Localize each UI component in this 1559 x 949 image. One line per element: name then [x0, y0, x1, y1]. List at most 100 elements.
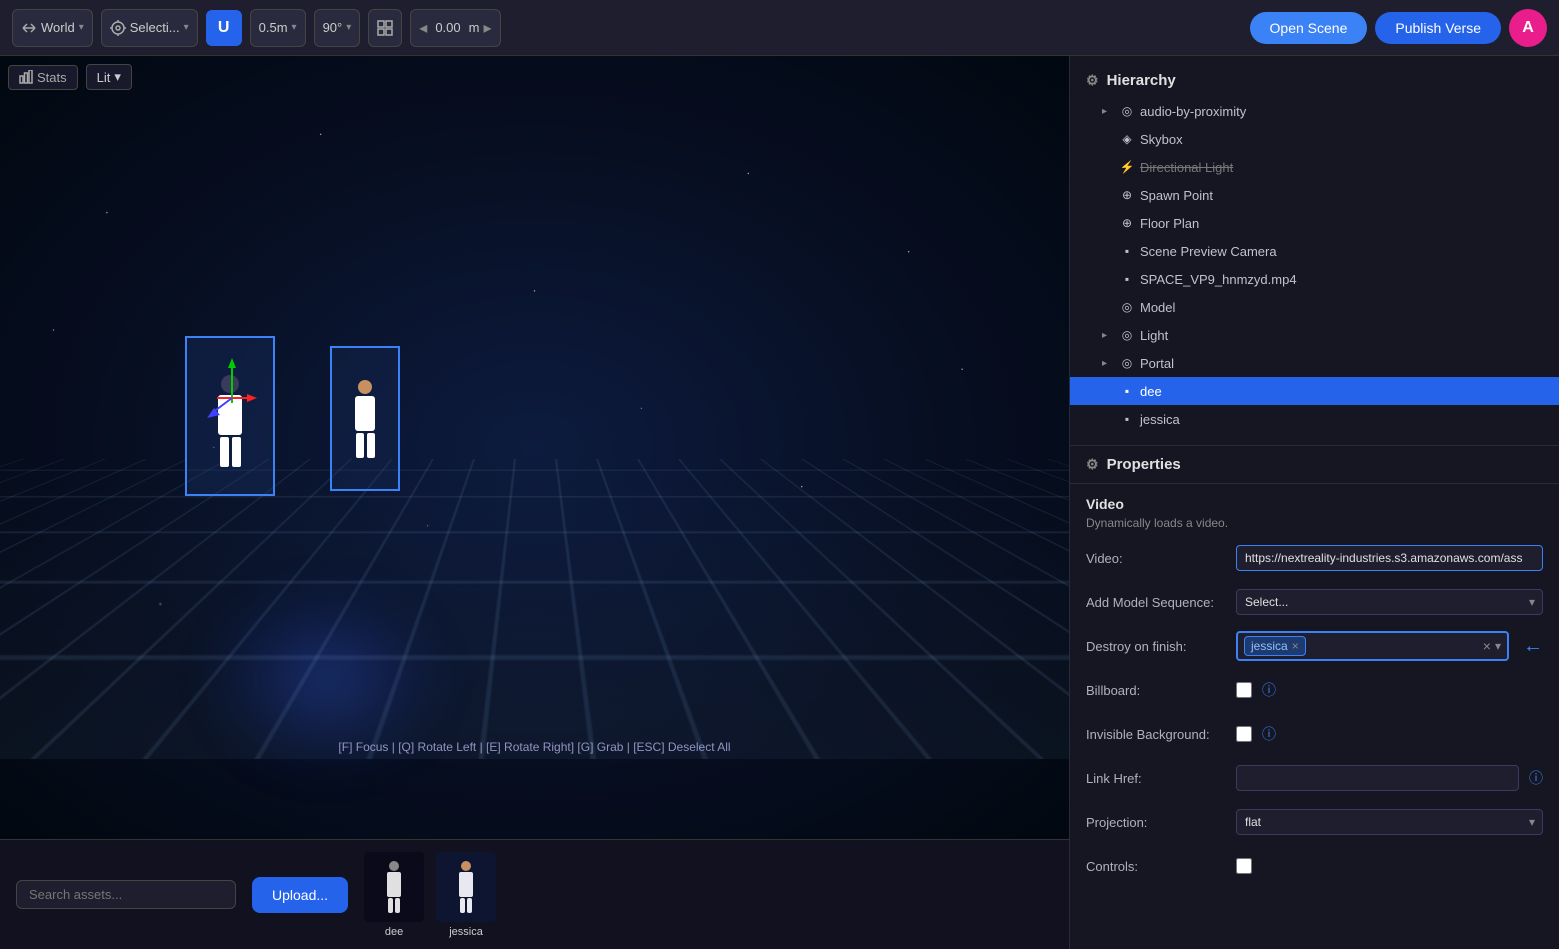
controls-checkbox[interactable]: [1236, 858, 1252, 874]
hierarchy-item-model[interactable]: ◎ Model: [1070, 293, 1559, 321]
tag-remove-jessica[interactable]: ×: [1292, 639, 1299, 653]
hierarchy-item-dirlight[interactable]: ⚡ Directional Light: [1070, 153, 1559, 181]
asset-thumb-jessica: [436, 852, 496, 922]
projection-value: flat: [1236, 809, 1543, 835]
video-url-input[interactable]: [1236, 545, 1543, 571]
viewport-controls: Stats Lit ▾: [8, 64, 132, 90]
mini-char-jessica: [459, 861, 473, 913]
snap-dist-chevron[interactable]: ▾: [292, 22, 297, 33]
upload-button[interactable]: Upload...: [252, 877, 348, 913]
shortcuts-bar: [F] Focus | [Q] Rotate Left | [E] Rotate…: [0, 740, 1069, 754]
asset-thumb-dee: [364, 852, 424, 922]
hierarchy-item-floorplan[interactable]: ⊕ Floor Plan: [1070, 209, 1559, 237]
link-href-help[interactable]: ⓘ: [1529, 768, 1543, 788]
dee-hierarchy-icon: ▪: [1120, 384, 1134, 398]
props-subtitle: Dynamically loads a video.: [1086, 516, 1543, 530]
hierarchy-item-jessica[interactable]: ▪ jessica: [1070, 405, 1559, 433]
model-seq-select[interactable]: Select...: [1236, 589, 1543, 615]
search-assets-input[interactable]: [16, 880, 236, 909]
tag-clear-button[interactable]: ×: [1483, 638, 1491, 654]
prop-row-model-seq: Add Model Sequence: Select...: [1086, 586, 1543, 618]
grid-floor: [0, 459, 1069, 759]
snap-angle-group: 90° ▾: [314, 9, 361, 47]
asset-label-jessica: jessica: [449, 926, 483, 938]
coord-group: ◂ 0.00 m ▸: [410, 9, 500, 47]
char-jessica-shape: [355, 380, 375, 458]
hierarchy-title: Hierarchy: [1107, 72, 1176, 89]
link-href-value: ⓘ: [1236, 765, 1543, 791]
stats-icon: [19, 70, 33, 84]
asset-item-dee[interactable]: dee: [364, 852, 424, 938]
right-panel: ⚙ Hierarchy ▸ ◎ audio-by-proximity ◈ Sky…: [1069, 56, 1559, 949]
stats-button[interactable]: Stats: [8, 65, 78, 90]
properties-section: ⚙ Properties Video Dynamically loads a v…: [1070, 446, 1559, 949]
invisible-bg-checkbox[interactable]: [1236, 726, 1252, 742]
hierarchy-item-audio[interactable]: ▸ ◎ audio-by-proximity: [1070, 97, 1559, 125]
assets-bar: Upload... dee: [0, 839, 1069, 949]
floorplan-icon: ⊕: [1120, 216, 1134, 230]
model-seq-label: Add Model Sequence:: [1086, 595, 1236, 610]
jessica-hierarchy-icon: ▪: [1120, 412, 1134, 426]
properties-header: ⚙ Properties: [1070, 446, 1559, 484]
character-jessica-viewport[interactable]: [330, 346, 400, 491]
snap-angle-chevron[interactable]: ▾: [346, 22, 351, 33]
selection-mode-group[interactable]: Selecti... ▾: [101, 9, 198, 47]
prop-row-controls: Controls:: [1086, 850, 1543, 882]
lit-button[interactable]: Lit ▾: [86, 64, 132, 90]
expand-audio[interactable]: ▸: [1102, 106, 1114, 117]
hierarchy-header: ⚙ Hierarchy: [1070, 68, 1559, 97]
invisible-bg-label: Invisible Background:: [1086, 727, 1236, 742]
transform-icon: [21, 20, 37, 36]
transform-mode-group: World ▾: [12, 9, 93, 47]
properties-title: Properties: [1107, 456, 1181, 473]
axis-arrows: [192, 348, 272, 428]
coord-left-arrow[interactable]: ◂: [419, 18, 427, 38]
projection-select-wrapper: flat: [1236, 809, 1543, 835]
lit-chevron: ▾: [114, 69, 121, 85]
hierarchy-item-camera[interactable]: ▪ Scene Preview Camera: [1070, 237, 1559, 265]
grid-toggle[interactable]: [368, 9, 402, 47]
portal-icon: ◎: [1120, 356, 1134, 370]
world-chevron[interactable]: ▾: [79, 22, 84, 33]
left-arrow-icon: ←: [1523, 635, 1543, 658]
link-href-input[interactable]: [1236, 765, 1519, 791]
ubik-button[interactable]: U: [206, 10, 242, 46]
selection-label: Selecti...: [130, 20, 180, 35]
selection-chevron[interactable]: ▾: [184, 22, 189, 33]
hierarchy-item-skybox[interactable]: ◈ Skybox: [1070, 125, 1559, 153]
prop-row-billboard: Billboard: ⓘ: [1086, 674, 1543, 706]
hierarchy-section: ⚙ Hierarchy ▸ ◎ audio-by-proximity ◈ Sky…: [1070, 56, 1559, 445]
tag-chevron[interactable]: ▾: [1495, 639, 1501, 653]
publish-verse-button[interactable]: Publish Verse: [1375, 12, 1501, 44]
avatar-button[interactable]: A: [1509, 9, 1547, 47]
projection-label: Projection:: [1086, 815, 1236, 830]
prop-row-invisible-bg: Invisible Background: ⓘ: [1086, 718, 1543, 750]
expand-light[interactable]: ▸: [1102, 330, 1114, 341]
main-content: Stats Lit ▾: [0, 56, 1559, 949]
open-scene-button[interactable]: Open Scene: [1250, 12, 1368, 44]
properties-content: Video Dynamically loads a video. Video: …: [1070, 484, 1559, 906]
dirlight-icon: ⚡: [1120, 160, 1134, 174]
hierarchy-item-dee[interactable]: ▪ dee: [1070, 377, 1559, 405]
destroy-tag-input[interactable]: jessica × × ▾: [1236, 631, 1509, 661]
snap-distance-value: 0.5m: [259, 20, 288, 35]
prop-row-destroy: Destroy on finish: jessica × × ▾ ←: [1086, 630, 1543, 662]
asset-item-jessica[interactable]: jessica: [436, 852, 496, 938]
world-label: World: [41, 20, 75, 35]
billboard-help[interactable]: ⓘ: [1262, 680, 1276, 700]
billboard-checkbox[interactable]: [1236, 682, 1252, 698]
hierarchy-item-light[interactable]: ▸ ◎ Light: [1070, 321, 1559, 349]
viewport[interactable]: Stats Lit ▾: [0, 56, 1069, 839]
camera-icon: ▪: [1120, 244, 1134, 258]
coord-right-arrow[interactable]: ▸: [483, 18, 491, 38]
expand-portal[interactable]: ▸: [1102, 358, 1114, 369]
invisible-bg-help[interactable]: ⓘ: [1262, 724, 1276, 744]
hierarchy-item-spawn[interactable]: ⊕ Spawn Point: [1070, 181, 1559, 209]
projection-select[interactable]: flat: [1236, 809, 1543, 835]
hierarchy-item-portal[interactable]: ▸ ◎ Portal: [1070, 349, 1559, 377]
grid-icon: [377, 20, 393, 36]
hierarchy-item-video[interactable]: ▪ SPACE_VP9_hnmzyd.mp4: [1070, 265, 1559, 293]
asset-label-dee: dee: [385, 926, 403, 938]
controls-value: [1236, 858, 1543, 874]
character-dee-viewport[interactable]: [185, 336, 275, 496]
